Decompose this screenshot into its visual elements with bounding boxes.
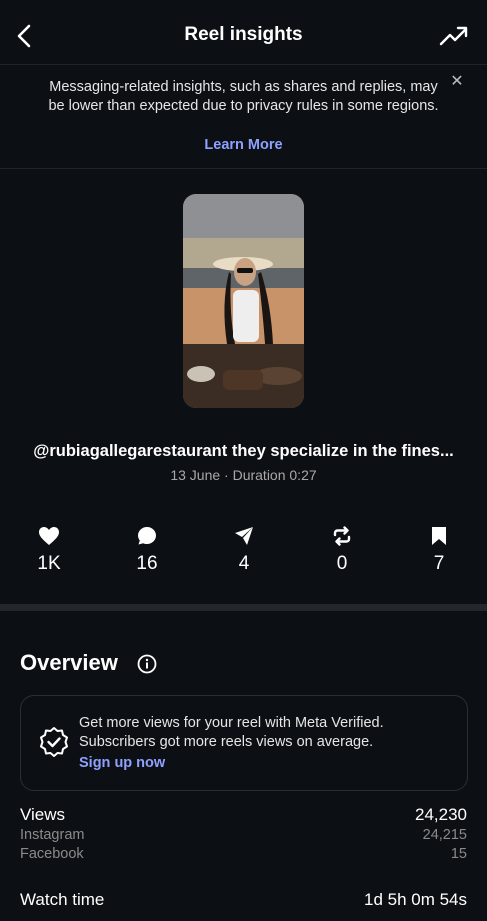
sign-up-link[interactable]: Sign up now bbox=[79, 755, 165, 771]
instagram-label: Instagram bbox=[20, 827, 85, 843]
instagram-value: 24,215 bbox=[422, 827, 467, 843]
send-icon bbox=[214, 525, 274, 547]
reel-caption: @rubiagallegarestaurant they specialize … bbox=[33, 442, 454, 460]
stat-reposts: 0 bbox=[312, 525, 372, 575]
views-value: 24,230 bbox=[415, 805, 467, 824]
info-icon[interactable] bbox=[137, 654, 157, 674]
watch-time-label: Watch time bbox=[20, 890, 105, 909]
comment-icon bbox=[117, 525, 177, 547]
overview-title: Overview bbox=[20, 650, 118, 675]
reel-preview-image bbox=[183, 194, 304, 408]
facebook-label: Facebook bbox=[20, 846, 84, 862]
bookmark-icon bbox=[409, 525, 469, 547]
stat-likes: 1K bbox=[19, 525, 79, 575]
privacy-notice: Messaging-related insights, such as shar… bbox=[0, 64, 487, 169]
watch-time-value: 1d 5h 0m 54s bbox=[363, 890, 467, 909]
promo-text: Get more views for your reel with Meta V… bbox=[79, 714, 384, 752]
reposts-count: 0 bbox=[336, 553, 348, 574]
verified-badge-icon bbox=[38, 726, 70, 758]
page-title: Reel insights bbox=[184, 24, 303, 45]
stat-comments: 16 bbox=[117, 525, 177, 575]
top-bar: Reel insights bbox=[0, 0, 487, 65]
saves-count: 7 bbox=[433, 553, 445, 574]
promo-text-line-2: Subscribers got more reels views on aver… bbox=[79, 734, 374, 750]
section-divider bbox=[0, 604, 487, 611]
comments-count: 16 bbox=[136, 553, 158, 574]
meta-verified-promo: Get more views for your reel with Meta V… bbox=[20, 695, 468, 791]
stat-saves: 7 bbox=[409, 525, 469, 575]
views-label: Views bbox=[20, 805, 66, 824]
reel-thumbnail[interactable] bbox=[183, 194, 304, 408]
shares-count: 4 bbox=[238, 553, 250, 574]
notice-message: Messaging-related insights, such as shar… bbox=[48, 79, 439, 114]
reel-meta: 13 June · Duration 0:27 bbox=[170, 467, 317, 483]
facebook-value: 15 bbox=[450, 846, 467, 862]
close-icon[interactable]: ✕ bbox=[449, 74, 465, 90]
repost-icon bbox=[312, 525, 372, 547]
learn-more-link[interactable]: Learn More bbox=[0, 137, 487, 153]
likes-count: 1K bbox=[37, 553, 61, 574]
stat-shares: 4 bbox=[214, 525, 274, 575]
trending-up-icon bbox=[439, 26, 468, 46]
promo-text-line-1: Get more views for your reel with Meta V… bbox=[79, 715, 384, 731]
heart-icon bbox=[19, 525, 79, 547]
trending-button[interactable] bbox=[439, 24, 469, 48]
